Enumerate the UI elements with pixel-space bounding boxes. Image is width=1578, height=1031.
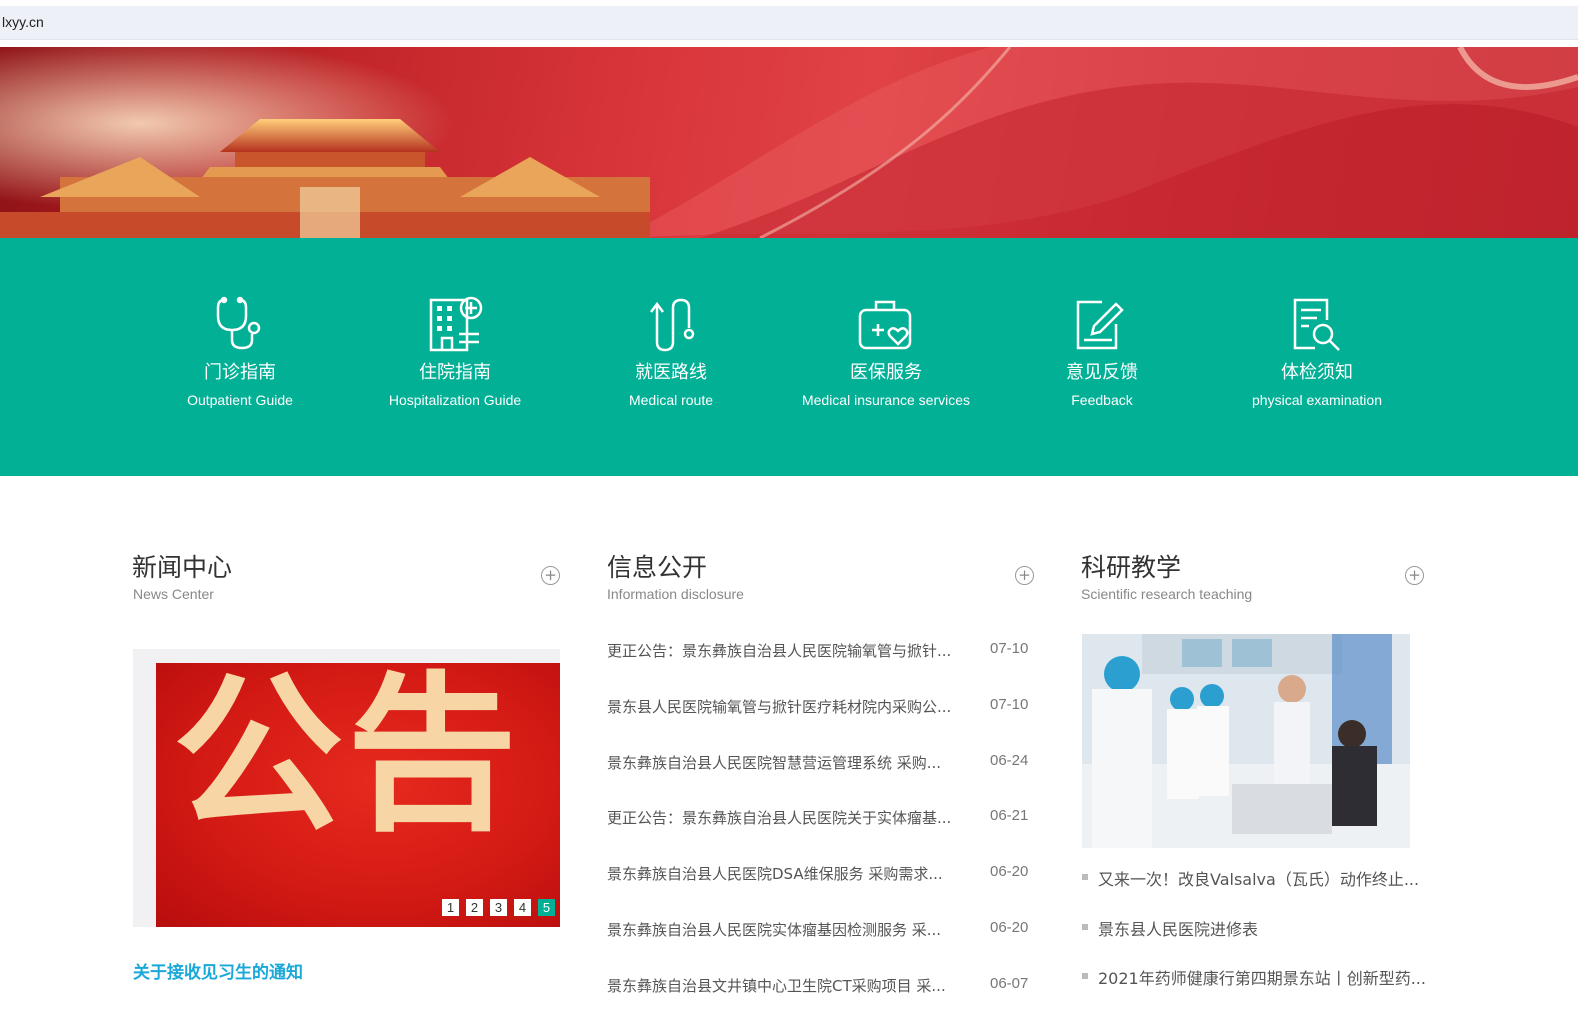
list-item[interactable]: 景东彝族自治县文井镇中心卫生院CT采购项目 采... 06-07: [607, 975, 1037, 1031]
news-carousel[interactable]: 公告 1 2 3 4 5: [133, 649, 560, 927]
news-headline-link[interactable]: 关于接收见习生的通知: [133, 958, 303, 983]
news-image-text: 公告: [173, 657, 522, 855]
quicknav-hospitalization-guide[interactable]: 住院指南 Hospitalization Guide: [345, 294, 565, 408]
news-page-3[interactable]: 3: [490, 899, 507, 916]
info-item-title: 景东彝族自治县人民医院智慧营运管理系统 采购...: [607, 753, 942, 772]
list-item[interactable]: 景东县人民医院输氧管与掀针医疗耗材院内采购公... 07-10: [607, 696, 1037, 752]
research-photo-art: [1082, 634, 1410, 848]
research-item-title: 景东县人民医院进修表: [1098, 919, 1259, 939]
quicknav-label-en: Feedback: [1071, 392, 1133, 408]
info-section-subtitle: Information disclosure: [607, 586, 744, 602]
info-item-title: 更正公告：景东彝族自治县人民医院关于实体瘤基...: [607, 809, 952, 828]
list-item[interactable]: 景东县人民医院进修表: [1082, 916, 1427, 966]
quicknav-label-cn: 住院指南: [419, 362, 491, 383]
info-item-date: 06-07: [990, 974, 1029, 992]
research-list: 又来一次！改良Valsalva（瓦氏）动作终止... 景东县人民医院进修表 20…: [1082, 866, 1427, 1015]
address-bar[interactable]: lxyy.cn: [0, 6, 1578, 40]
research-photo[interactable]: [1082, 634, 1410, 848]
quicknav-feedback[interactable]: 意见反馈 Feedback: [992, 294, 1212, 408]
hero-banner[interactable]: [0, 47, 1578, 238]
news-carousel-pager: 1 2 3 4 5: [442, 899, 555, 916]
news-section-subtitle: News Center: [133, 586, 214, 602]
info-item-title: 景东县人民医院输氧管与掀针医疗耗材院内采购公...: [607, 697, 952, 716]
stethoscope-icon: [216, 296, 261, 350]
quicknav-medical-route[interactable]: 就医路线 Medical route: [561, 294, 781, 408]
info-item-date: 07-10: [990, 695, 1029, 713]
news-page-1[interactable]: 1: [442, 899, 459, 916]
list-item[interactable]: 景东彝族自治县人民医院实体瘤基因检测服务 采... 06-20: [607, 919, 1037, 975]
info-list: 更正公告：景东彝族自治县人民医院输氧管与掀针... 07-10 景东县人民医院输氧…: [607, 640, 1037, 1031]
info-section-title: 信息公开: [607, 553, 708, 582]
research-item-title: 又来一次！改良Valsalva（瓦氏）动作终止...: [1098, 870, 1420, 889]
info-more-plus-icon[interactable]: +: [1015, 566, 1034, 585]
quicknav-label-en: Hospitalization Guide: [388, 392, 522, 408]
list-item[interactable]: 景东彝族自治县人民医院DSA维保服务 采购需求... 06-20: [607, 863, 1037, 919]
quicknav-label-cn: 意见反馈: [1066, 362, 1138, 383]
news-page-5-active[interactable]: 5: [538, 899, 555, 916]
quicknav-physical-examination[interactable]: 体检须知 physical examination: [1207, 294, 1427, 408]
news-section-title: 新闻中心: [132, 553, 233, 582]
route-icon: [650, 298, 695, 352]
list-item[interactable]: 更正公告：景东彝族自治县人民医院关于实体瘤基... 06-21: [607, 807, 1037, 863]
research-section-subtitle: Scientific research teaching: [1081, 586, 1253, 602]
hospital-building-icon: [429, 296, 483, 352]
document-search-icon: [1293, 298, 1340, 351]
quicknav-medical-insurance[interactable]: 医保服务 Medical insurance services: [776, 294, 996, 408]
quicknav-label-cn: 医保服务: [850, 362, 922, 383]
info-item-title: 景东彝族自治县文井镇中心卫生院CT采购项目 采...: [607, 976, 946, 995]
list-item[interactable]: 景东彝族自治县人民医院智慧营运管理系统 采购... 06-24: [607, 752, 1037, 808]
quicknav-label-cn: 就医路线: [635, 362, 707, 383]
news-page-4[interactable]: 4: [514, 899, 531, 916]
news-page-2[interactable]: 2: [466, 899, 483, 916]
research-section-title: 科研教学: [1081, 553, 1182, 582]
address-url: lxyy.cn: [2, 14, 44, 30]
list-item[interactable]: 2021年药师健康行第四期景东站丨创新型药...: [1082, 965, 1427, 1015]
medical-kit-icon: [858, 300, 912, 350]
quick-nav: 门诊指南 Outpatient Guide 住院指南 Hospitalizati…: [0, 238, 1578, 476]
info-item-date: 06-20: [990, 918, 1029, 936]
list-item[interactable]: 更正公告：景东彝族自治县人民医院输氧管与掀针... 07-10: [607, 640, 1037, 696]
info-item-date: 06-24: [990, 751, 1029, 769]
quicknav-label-cn: 体检须知: [1281, 362, 1353, 383]
quicknav-label-en: Medical insurance services: [801, 392, 971, 408]
feedback-edit-icon: [1076, 300, 1124, 350]
quicknav-label-en: Outpatient Guide: [187, 392, 293, 408]
info-item-date: 06-21: [990, 807, 1029, 825]
info-item-title: 景东彝族自治县人民医院DSA维保服务 采购需求...: [607, 865, 943, 884]
info-item-title: 更正公告：景东彝族自治县人民医院输氧管与掀针...: [607, 642, 952, 660]
quicknav-outpatient-guide[interactable]: 门诊指南 Outpatient Guide: [130, 294, 350, 408]
quicknav-label-en: physical examination: [1252, 392, 1382, 408]
info-item-date: 06-20: [990, 863, 1029, 881]
news-more-plus-icon[interactable]: +: [541, 566, 560, 585]
info-item-title: 景东彝族自治县人民医院实体瘤基因检测服务 采...: [607, 920, 942, 939]
quicknav-label-cn: 门诊指南: [204, 362, 276, 383]
list-item[interactable]: 又来一次！改良Valsalva（瓦氏）动作终止...: [1082, 866, 1427, 916]
banner-artwork: [0, 47, 1578, 238]
quicknav-label-en: Medical route: [628, 392, 714, 408]
research-item-title: 2021年药师健康行第四期景东站丨创新型药...: [1098, 969, 1426, 988]
info-item-date: 07-10: [990, 640, 1029, 657]
research-more-plus-icon[interactable]: +: [1405, 566, 1424, 585]
